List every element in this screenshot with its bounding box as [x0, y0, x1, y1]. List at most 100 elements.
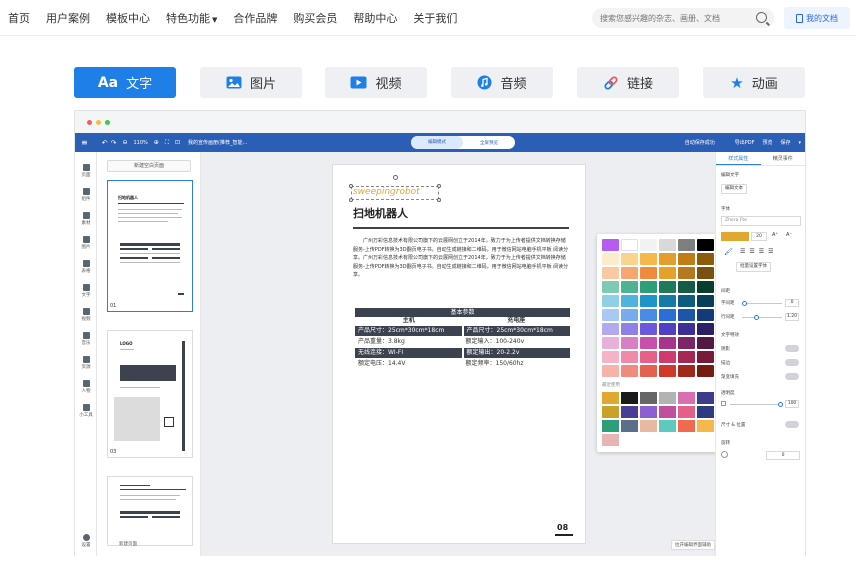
preview-button[interactable]: 预览 [762, 139, 772, 146]
recent-color-swatch[interactable] [640, 406, 657, 418]
color-swatch[interactable] [621, 351, 638, 363]
char-spacing-slider[interactable] [742, 301, 782, 306]
color-swatch[interactable] [602, 309, 619, 321]
font-size-input[interactable]: 20 [751, 232, 767, 241]
color-swatch[interactable] [697, 239, 714, 251]
export-pdf-button[interactable]: 导出PDF [735, 139, 755, 146]
rotate-input[interactable]: 0 [766, 451, 800, 460]
page-thumbnail[interactable] [107, 476, 193, 546]
color-swatch[interactable] [678, 267, 695, 279]
color-swatch[interactable] [697, 267, 714, 279]
color-swatch[interactable] [659, 351, 676, 363]
color-picker-icon[interactable]: 🖌 [724, 248, 733, 256]
color-swatch[interactable] [697, 365, 714, 377]
opacity-slider[interactable] [730, 402, 783, 407]
font-size-decrease-icon[interactable]: A⁻ [786, 232, 792, 238]
color-swatch[interactable] [602, 267, 619, 279]
fit-icon[interactable]: ⊡ [175, 139, 180, 146]
line-spacing-slider[interactable] [742, 315, 782, 320]
nav-home[interactable]: 首页 [8, 10, 30, 26]
brand-text[interactable]: sweepingrobot [353, 187, 420, 197]
color-swatch[interactable] [678, 309, 695, 321]
recent-color-swatch[interactable] [697, 406, 714, 418]
tab-image[interactable]: 图片 [200, 67, 302, 98]
recent-color-swatch[interactable] [621, 420, 638, 432]
slider-knob[interactable] [742, 301, 747, 306]
color-swatch[interactable] [602, 351, 619, 363]
rail-item-table[interactable]: 表格 [75, 260, 97, 274]
color-swatch[interactable] [621, 365, 638, 377]
recent-color-swatch[interactable] [621, 392, 638, 404]
rail-item-widget[interactable]: 组件 [75, 188, 97, 202]
color-swatch[interactable] [640, 365, 657, 377]
rail-item-person[interactable]: 人物 [75, 380, 97, 394]
recent-color-swatch[interactable] [640, 420, 657, 432]
color-swatch[interactable] [602, 281, 619, 293]
page-thumbnail[interactable]: 扫地机器人 01 [107, 180, 193, 312]
tab-link[interactable]: 链接 [577, 67, 679, 98]
color-swatch[interactable] [621, 253, 638, 265]
tab-animation[interactable]: ★ 动画 [703, 67, 805, 98]
color-swatch[interactable] [697, 281, 714, 293]
recent-color-swatch[interactable] [602, 420, 619, 432]
rail-item-video[interactable]: 视频 [75, 308, 97, 322]
color-swatch[interactable] [640, 281, 657, 293]
color-swatch[interactable] [621, 281, 638, 293]
color-swatch[interactable] [678, 239, 695, 251]
color-swatch[interactable] [602, 253, 619, 265]
rail-item-resource[interactable]: 资源 [75, 356, 97, 370]
page-thumbnail[interactable]: LOGO 03 [107, 330, 193, 458]
color-swatch[interactable] [659, 267, 676, 279]
preview-mode-button[interactable]: 全屏预览 [463, 140, 515, 146]
color-swatch[interactable] [602, 337, 619, 349]
align-left-icon[interactable]: ☰ [740, 248, 745, 255]
resize-handle-icon[interactable] [437, 184, 441, 188]
recent-color-swatch[interactable] [697, 420, 714, 432]
rotate-dial-icon[interactable] [721, 451, 728, 458]
font-color-swatch[interactable] [721, 232, 749, 241]
nav-buy-membership[interactable]: 购买会员 [293, 10, 337, 26]
color-swatch[interactable] [659, 309, 676, 321]
size-lock-toggle[interactable] [785, 421, 799, 428]
recent-color-swatch[interactable] [602, 406, 619, 418]
color-swatch[interactable] [697, 295, 714, 307]
tab-video[interactable]: 视频 [325, 67, 427, 98]
color-swatch[interactable] [697, 323, 714, 335]
bottom-hint-chip[interactable]: 拉开编辑界面辅助 [671, 540, 715, 550]
search-icon[interactable] [756, 12, 767, 23]
recent-color-swatch[interactable] [697, 392, 714, 404]
nav-user-cases[interactable]: 用户案例 [46, 10, 90, 26]
recent-color-swatch[interactable] [640, 392, 657, 404]
nav-features[interactable]: 特色功能 ▼ [166, 10, 217, 26]
edit-mode-button[interactable]: 编辑模式 [411, 136, 463, 149]
recent-color-swatch[interactable] [659, 406, 676, 418]
search-input[interactable] [600, 13, 748, 23]
color-swatch[interactable] [659, 295, 676, 307]
color-swatch[interactable] [640, 267, 657, 279]
color-swatch[interactable] [678, 295, 695, 307]
document-title[interactable]: 我的宣传画册(推荐_智能... [188, 139, 247, 146]
recent-color-swatch[interactable] [602, 434, 619, 446]
align-justify-icon[interactable]: ☰ [768, 248, 773, 255]
recent-color-swatch[interactable] [659, 392, 676, 404]
color-swatch[interactable] [621, 239, 638, 251]
my-documents-button[interactable]: 我的文档 [784, 7, 850, 29]
nav-template-center[interactable]: 模板中心 [106, 10, 150, 26]
nav-about-us[interactable]: 关于我们 [413, 10, 457, 26]
zoom-out-icon[interactable]: ⊖ [122, 139, 127, 146]
color-swatch[interactable] [602, 323, 619, 335]
color-swatch[interactable] [640, 323, 657, 335]
color-swatch[interactable] [640, 239, 657, 251]
color-swatch[interactable] [659, 281, 676, 293]
recent-color-swatch[interactable] [678, 406, 695, 418]
tab-audio[interactable]: 音频 [451, 67, 553, 98]
rail-item-image[interactable]: 图片 [75, 236, 97, 250]
stroke-toggle[interactable] [785, 359, 799, 366]
recent-color-swatch[interactable] [659, 420, 676, 432]
color-swatch[interactable] [659, 337, 676, 349]
color-swatch[interactable] [640, 253, 657, 265]
resize-handle-icon[interactable] [437, 198, 441, 202]
color-swatch[interactable] [621, 309, 638, 321]
recent-color-swatch[interactable] [678, 392, 695, 404]
align-right-icon[interactable]: ☰ [759, 248, 764, 255]
